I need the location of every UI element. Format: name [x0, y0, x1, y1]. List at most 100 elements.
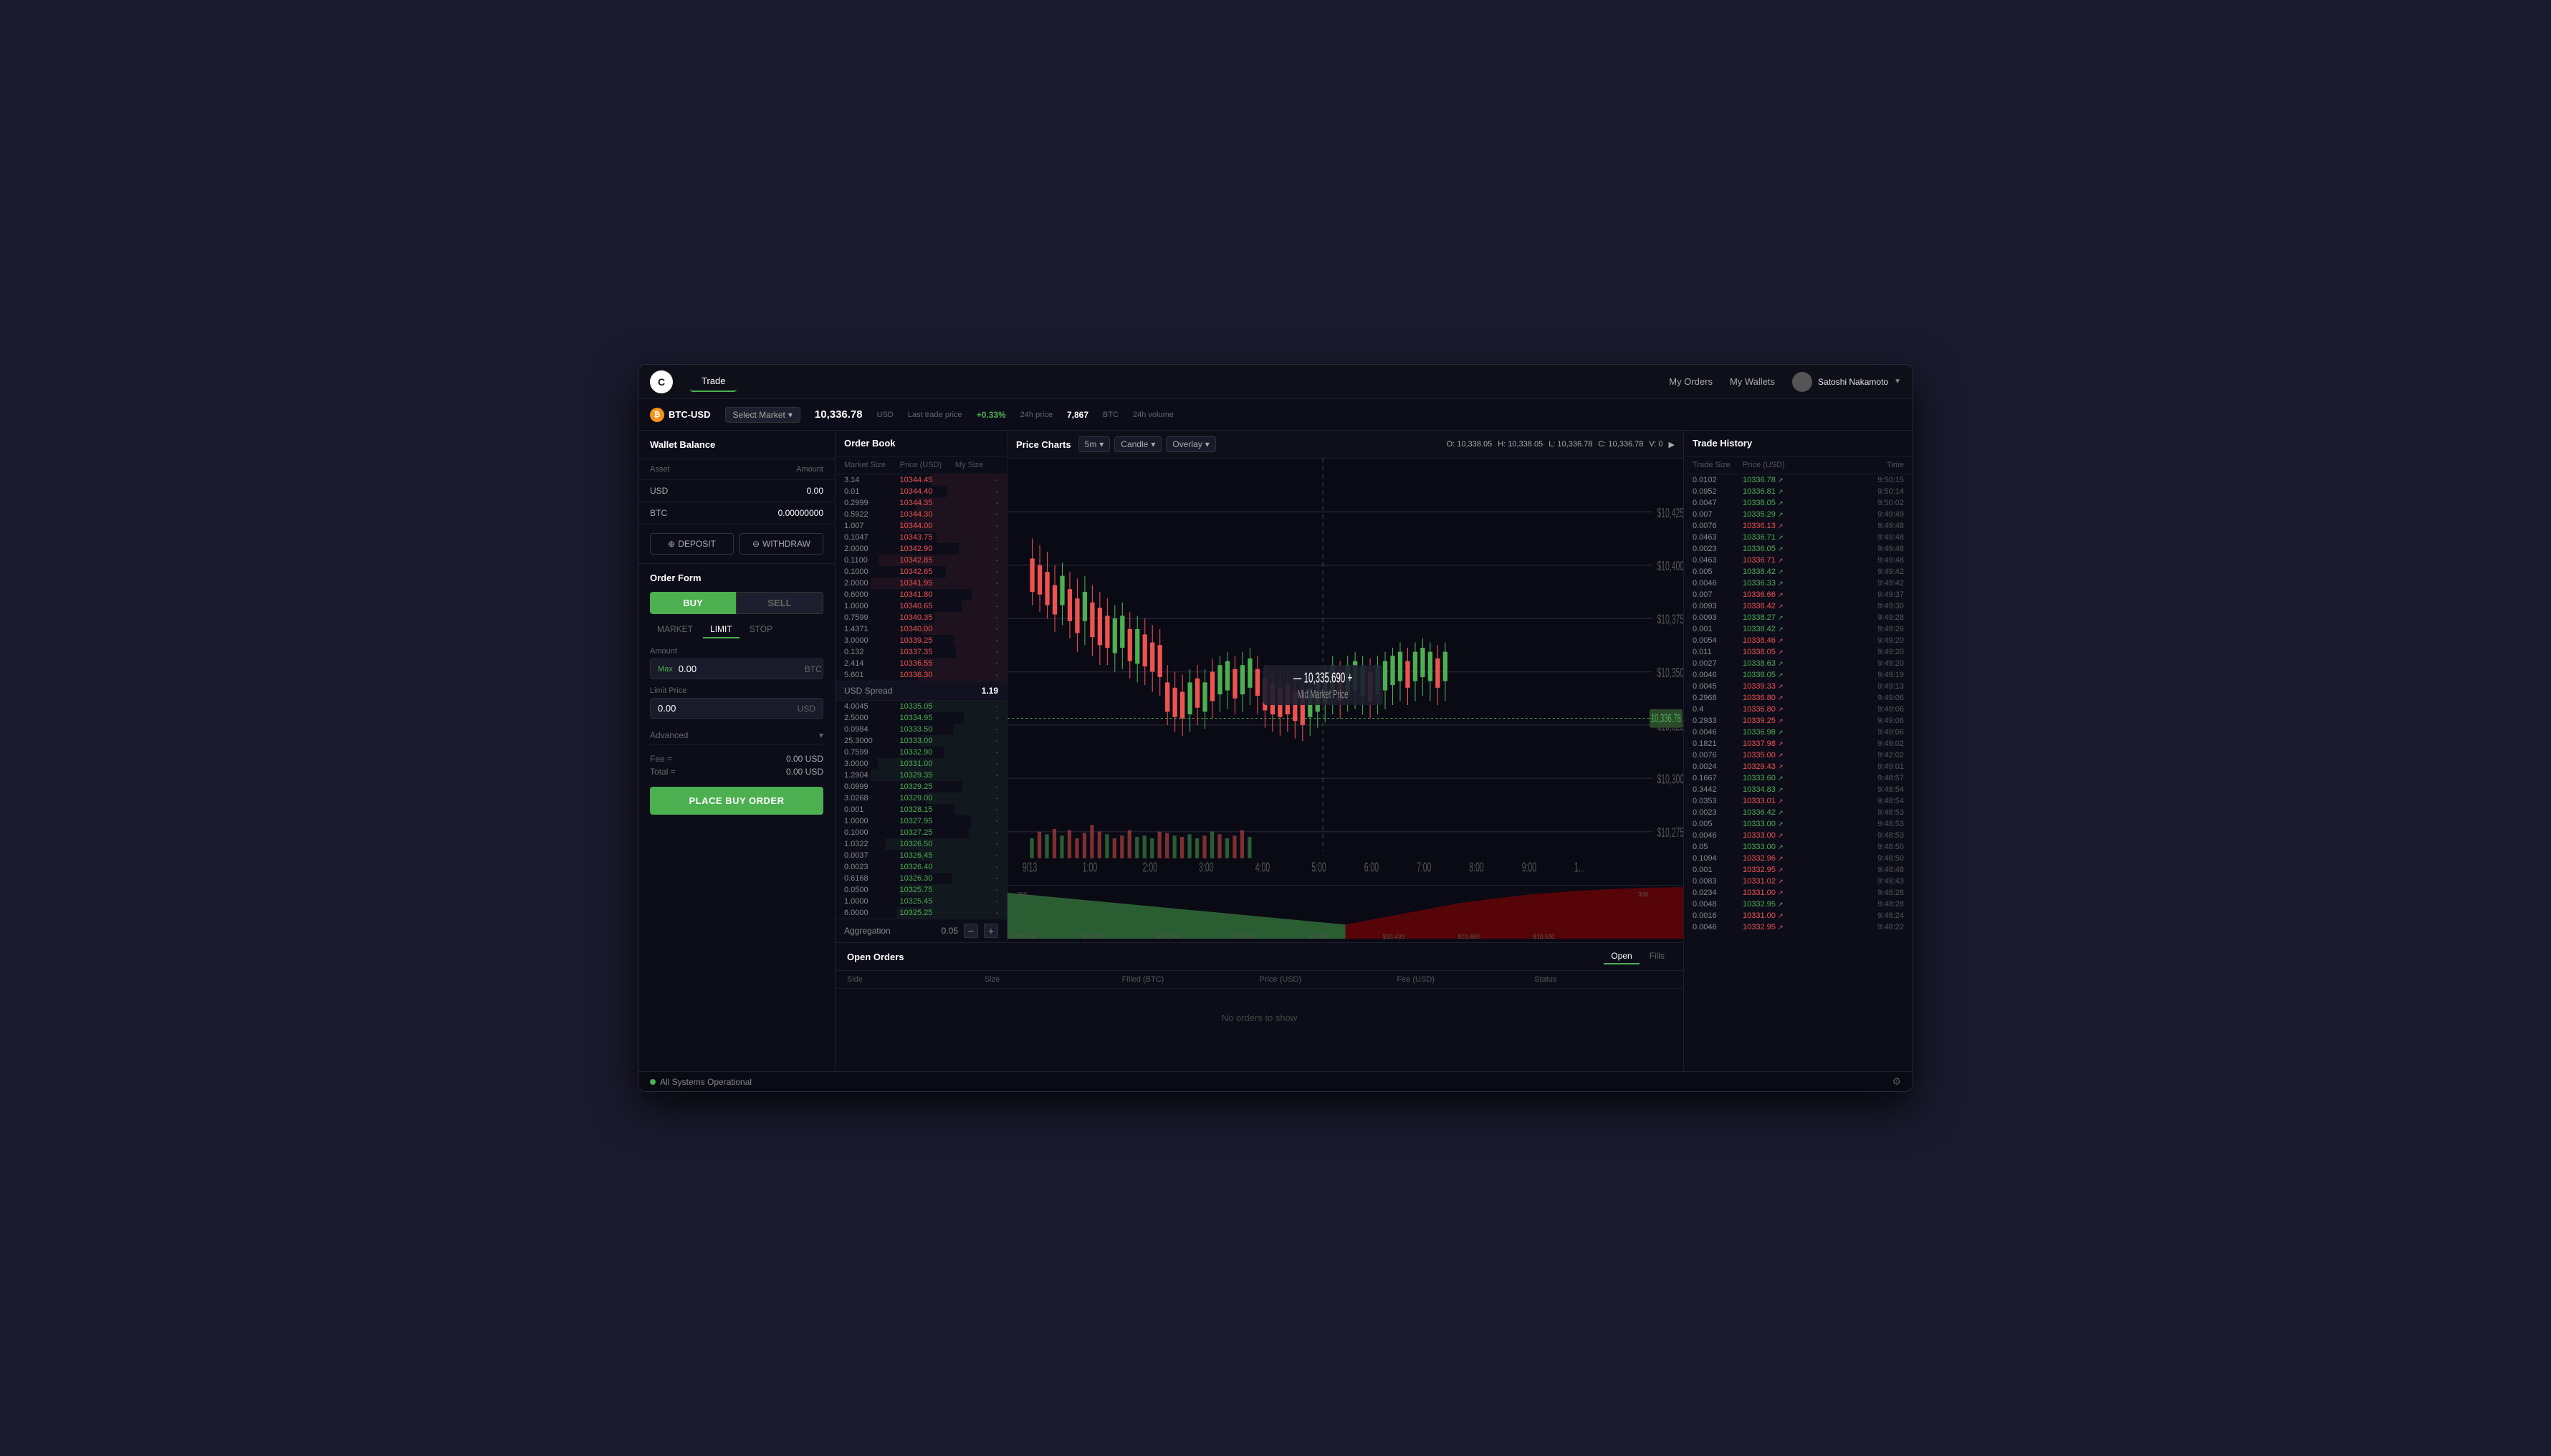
trade-history-row[interactable]: 0.0045 10339.33 ↗ 9:49:13 — [1684, 681, 1913, 692]
trade-history-row[interactable]: 0.2968 10336.80 ↗ 9:49:06 — [1684, 692, 1913, 704]
trade-history-row[interactable]: 0.001 10332.95 ↗ 9:48:48 — [1684, 864, 1913, 876]
max-link[interactable]: Max — [658, 665, 673, 674]
deposit-button[interactable]: ⊕ DEPOSIT — [650, 533, 734, 555]
trade-history-row[interactable]: 0.4 10336.80 ↗ 9:49:06 — [1684, 704, 1913, 715]
order-type-stop[interactable]: STOP — [742, 621, 780, 638]
open-orders-tab-open[interactable]: Open — [1604, 949, 1639, 964]
trade-history-row[interactable]: 0.0102 10336.78 ↗ 9:50:15 — [1684, 474, 1913, 486]
withdraw-button[interactable]: ⊖ WITHDRAW — [740, 533, 823, 555]
order-book-sell-row[interactable]: 0.1000 10342.65 - — [836, 566, 1007, 578]
order-book-sell-row[interactable]: 5.601 10336.30 - — [836, 669, 1007, 681]
trade-history-row[interactable]: 0.005 10333.00 ↗ 9:48:53 — [1684, 818, 1913, 830]
trade-history-row[interactable]: 0.0046 10336.33 ↗ 9:49:42 — [1684, 578, 1913, 589]
order-book-buy-row[interactable]: 0.0037 10326.45 - — [836, 850, 1007, 861]
trade-history-row[interactable]: 0.2933 10339.25 ↗ 9:49:06 — [1684, 715, 1913, 727]
trade-history-row[interactable]: 0.0353 10333.01 ↗ 9:48:54 — [1684, 795, 1913, 807]
order-book-sell-row[interactable]: 2.414 10336.55 - — [836, 658, 1007, 669]
trade-history-row[interactable]: 0.005 10338.42 ↗ 9:49:42 — [1684, 566, 1913, 578]
advanced-toggle[interactable]: Advanced ▾ — [650, 726, 823, 745]
order-book-sell-row[interactable]: 0.01 10344.40 - — [836, 486, 1007, 497]
order-book-buy-row[interactable]: 2.5000 10334.95 - — [836, 712, 1007, 724]
sell-button[interactable]: SELL — [736, 592, 823, 614]
trade-history-row[interactable]: 0.0048 10332.95 ↗ 9:48:28 — [1684, 899, 1913, 910]
trade-history-row[interactable]: 0.0076 10336.13 ↗ 9:49:48 — [1684, 520, 1913, 532]
trade-history-row[interactable]: 0.0024 10329.43 ↗ 9:49:01 — [1684, 761, 1913, 772]
select-market-button[interactable]: Select Market ▾ — [725, 407, 800, 423]
trade-history-row[interactable]: 0.007 10335.29 ↗ 9:49:49 — [1684, 509, 1913, 520]
trade-history-row[interactable]: 0.0016 10331.00 ↗ 9:48:24 — [1684, 910, 1913, 921]
trade-history-row[interactable]: 0.0093 10338.27 ↗ 9:49:28 — [1684, 612, 1913, 623]
trade-history-row[interactable]: 0.001 10338.42 ↗ 9:49:26 — [1684, 623, 1913, 635]
trade-history-row[interactable]: 0.0046 10336.98 ↗ 9:49:06 — [1684, 727, 1913, 738]
trade-history-row[interactable]: 0.011 10338.05 ↗ 9:49:20 — [1684, 646, 1913, 658]
order-book-buy-row[interactable]: 0.0023 10326.40 - — [836, 861, 1007, 873]
trade-history-row[interactable]: 0.3442 10334.83 ↗ 9:48:54 — [1684, 784, 1913, 795]
amount-input[interactable] — [679, 664, 805, 674]
trade-history-row[interactable]: 0.007 10336.66 ↗ 9:49:37 — [1684, 589, 1913, 600]
trade-history-row[interactable]: 0.0047 10338.05 ↗ 9:50:02 — [1684, 497, 1913, 509]
buy-button[interactable]: BUY — [650, 592, 736, 614]
trade-history-row[interactable]: 0.0234 10331.00 ↗ 9:48:28 — [1684, 887, 1913, 899]
trade-history-row[interactable]: 0.0023 10336.05 ↗ 9:49:48 — [1684, 543, 1913, 555]
place-order-button[interactable]: PLACE BUY ORDER — [650, 787, 823, 815]
trade-history-list[interactable]: 0.0102 10336.78 ↗ 9:50:15 0.0952 10336.8… — [1684, 474, 1913, 1071]
order-book-buy-row[interactable]: 6.0000 10325.25 - — [836, 907, 1007, 919]
order-book-sell-row[interactable]: 0.1047 10343.75 - — [836, 532, 1007, 543]
order-book-sell-row[interactable]: 0.132 10337.35 - — [836, 646, 1007, 658]
order-book-buy-row[interactable]: 0.001 10328.15 - — [836, 804, 1007, 815]
trade-history-row[interactable]: 0.0046 10338.05 ↗ 9:49:19 — [1684, 669, 1913, 681]
nav-tab-trade[interactable]: Trade — [690, 371, 737, 392]
order-type-market[interactable]: MARKET — [650, 621, 700, 638]
open-orders-tab-fills[interactable]: Fills — [1642, 949, 1672, 964]
order-book-sell-row[interactable]: 0.7599 10340.35 - — [836, 612, 1007, 623]
trade-history-row[interactable]: 0.0076 10335.00 ↗ 9:42:02 — [1684, 749, 1913, 761]
order-book-sell-row[interactable]: 2.0000 10342.90 - — [836, 543, 1007, 555]
order-book-buy-row[interactable]: 0.1000 10327.25 - — [836, 827, 1007, 838]
order-book-sell-row[interactable]: 2.0000 10341.95 - — [836, 578, 1007, 589]
order-book-sell-row[interactable]: 3.14 10344.45 - — [836, 474, 1007, 486]
app-logo[interactable]: C — [650, 370, 673, 393]
order-book-buy-row[interactable]: 25.3000 10333.00 - — [836, 735, 1007, 747]
trade-history-row[interactable]: 0.0952 10336.81 ↗ 9:50:14 — [1684, 486, 1913, 497]
order-book-sell-row[interactable]: 0.1100 10342.85 - — [836, 555, 1007, 566]
trade-history-row[interactable]: 0.0083 10331.02 ↗ 9:48:43 — [1684, 876, 1913, 887]
order-book-buy-row[interactable]: 1.0000 10325.45 - — [836, 896, 1007, 907]
trade-history-row[interactable]: 0.0054 10338.46 ↗ 9:49:20 — [1684, 635, 1913, 646]
order-book-buy-row[interactable]: 0.0500 10325.75 - — [836, 884, 1007, 896]
chart-type-selector[interactable]: Candle ▾ — [1114, 436, 1162, 452]
trade-history-row[interactable]: 0.0046 10332.95 ↗ 9:48:22 — [1684, 921, 1913, 933]
trade-history-row[interactable]: 0.0463 10336.71 ↗ 9:49:48 — [1684, 555, 1913, 566]
order-book-buy-row[interactable]: 4.0045 10335.05 - — [836, 701, 1007, 712]
order-book-sell-row[interactable]: 1.007 10344.00 - — [836, 520, 1007, 532]
order-book-buy-row[interactable]: 0.7599 10332.90 - — [836, 747, 1007, 758]
trade-history-row[interactable]: 0.0046 10333.00 ↗ 9:48:53 — [1684, 830, 1913, 841]
order-book-buy-row[interactable]: 0.0984 10333.50 - — [836, 724, 1007, 735]
settings-icon[interactable]: ⚙ — [1892, 1076, 1901, 1088]
order-book-sell-row[interactable]: 1.0000 10340.65 - — [836, 600, 1007, 612]
chart-scroll-right-icon[interactable]: ▶ — [1669, 440, 1675, 449]
aggregation-decrease-button[interactable]: − — [964, 924, 978, 938]
limit-price-input[interactable] — [658, 703, 798, 714]
order-type-limit[interactable]: LIMIT — [703, 621, 740, 638]
user-menu[interactable]: Satoshi Nakamoto ▼ — [1792, 372, 1901, 392]
timeframe-selector[interactable]: 5m ▾ — [1078, 436, 1111, 452]
trade-history-row[interactable]: 0.1821 10337.98 ↗ 9:49:02 — [1684, 738, 1913, 749]
order-book-scroll[interactable]: 3.14 10344.45 - 0.01 10344.40 - 0.2999 1… — [836, 474, 1007, 919]
order-book-buy-row[interactable]: 1.2904 10329.35 - — [836, 770, 1007, 781]
order-book-sell-row[interactable]: 0.5922 10344.30 - — [836, 509, 1007, 520]
depth-chart[interactable]: -300 300 $10,180 $10,230 $10,280 $10,330… — [1008, 885, 1683, 942]
trade-history-row[interactable]: 0.0463 10336.71 ↗ 9:49:48 — [1684, 532, 1913, 543]
trade-history-row[interactable]: 0.0027 10338.63 ↗ 9:49:20 — [1684, 658, 1913, 669]
order-book-sell-row[interactable]: 0.6000 10341.80 - — [836, 589, 1007, 600]
order-book-sell-row[interactable]: 1.4371 10340.00 - — [836, 623, 1007, 635]
my-wallets-link[interactable]: My Wallets — [1730, 376, 1775, 387]
aggregation-increase-button[interactable]: + — [984, 924, 998, 938]
order-book-buy-row[interactable]: 0.0999 10329.25 - — [836, 781, 1007, 792]
overlay-selector[interactable]: Overlay ▾ — [1166, 436, 1215, 452]
order-book-sell-row[interactable]: 3.0000 10339.25 - — [836, 635, 1007, 646]
order-book-buy-row[interactable]: 1.0322 10326.50 - — [836, 838, 1007, 850]
trade-history-row[interactable]: 0.05 10333.00 ↗ 9:48:50 — [1684, 841, 1913, 853]
order-book-buy-row[interactable]: 0.6168 10326.30 - — [836, 873, 1007, 884]
order-book-buy-row[interactable]: 3.0268 10329.00 - — [836, 792, 1007, 804]
trade-history-row[interactable]: 0.0093 10338.42 ↗ 9:49:30 — [1684, 600, 1913, 612]
